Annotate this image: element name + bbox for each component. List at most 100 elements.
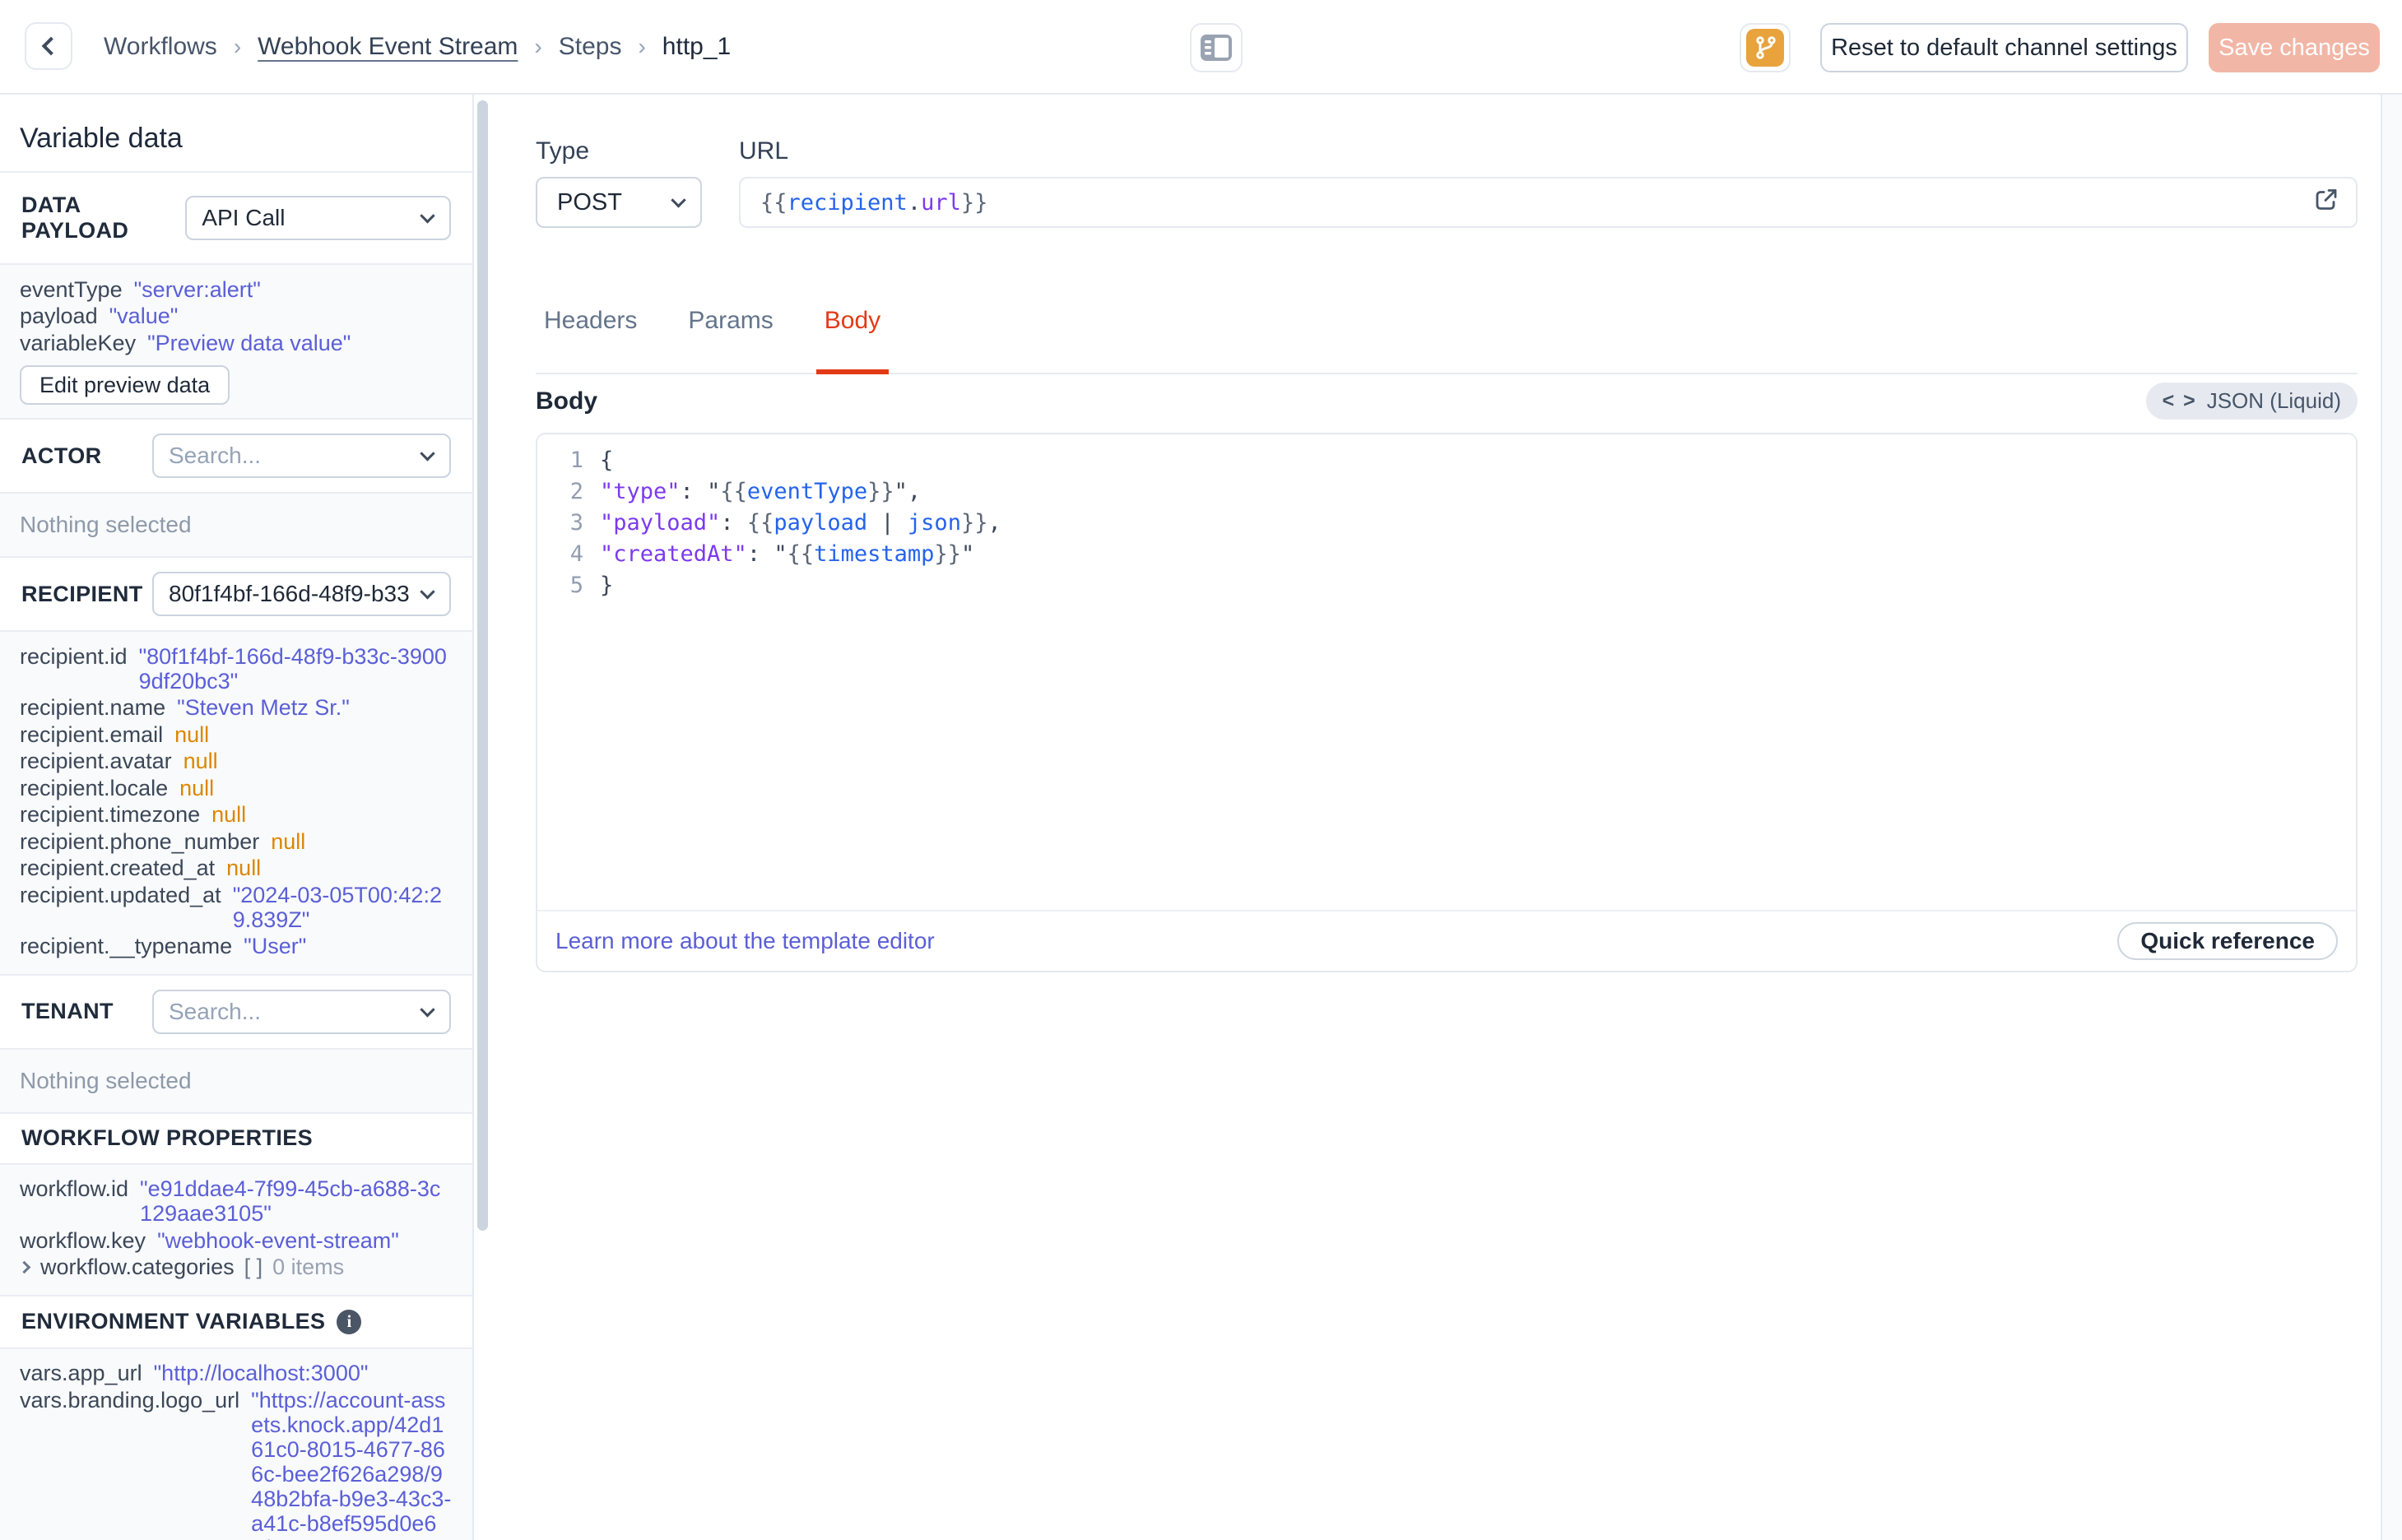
http-method-select[interactable]: POST: [536, 177, 702, 228]
variable-value: "User": [244, 934, 307, 958]
line-number: 1: [569, 447, 583, 473]
edit-preview-data-button[interactable]: Edit preview data: [20, 365, 230, 405]
variable-key: vars.app_url: [20, 1361, 142, 1385]
code-token: |: [867, 509, 908, 536]
code-token: {{: [760, 189, 788, 216]
code-icon: < >: [2162, 389, 2197, 412]
tenant-empty-state: Nothing selected: [0, 1047, 472, 1112]
template-editor-docs-link[interactable]: Learn more about the template editor: [555, 928, 935, 954]
workflow-categories-row[interactable]: workflow.categories [ ] 0 items: [17, 1255, 453, 1279]
sidebar-toggle-button[interactable]: [1190, 23, 1243, 72]
code-token: }}: [934, 540, 961, 567]
breadcrumb-item[interactable]: Steps: [559, 33, 622, 61]
code-token: }}: [960, 509, 988, 536]
language-badge: < > JSON (Liquid): [2145, 383, 2358, 420]
breadcrumb-separator: ›: [534, 33, 542, 59]
code-token: }}: [960, 189, 988, 216]
variable-value: null: [211, 802, 247, 827]
body-section-header: Body < > JSON (Liquid): [536, 383, 2358, 420]
variable-kv-row: vars.app_url "http://localhost:3000": [20, 1361, 453, 1385]
actor-row: ACTOR Search...: [0, 418, 472, 492]
variable-kv-row: recipient.phone_number null: [20, 829, 453, 854]
code-token: :: [746, 540, 774, 567]
info-icon[interactable]: i: [337, 1309, 362, 1334]
actor-search-placeholder: Search...: [169, 443, 262, 468]
variable-key: eventType: [20, 276, 123, 302]
actor-select[interactable]: Search...: [152, 434, 451, 478]
data-payload-select[interactable]: API Call: [185, 196, 451, 240]
code-token: "payload": [600, 509, 721, 536]
code-token: :: [680, 478, 708, 504]
variable-key: recipient.updated_at: [20, 882, 221, 907]
git-branch-icon: [1746, 29, 1784, 67]
variable-value: "80f1f4bf-166d-48f9-b33c-39009df20bc3": [138, 643, 447, 693]
chevron-down-icon: [420, 446, 435, 462]
variable-value: "server:alert": [133, 276, 261, 302]
variable-kv-row: recipient.email null: [20, 722, 453, 747]
code-token: payload: [774, 509, 868, 536]
top-bar: Workflows › Webhook Event Stream › Steps › htt…: [0, 0, 2402, 95]
variable-value: "https://account-assets.knock.app/42d161…: [251, 1387, 452, 1540]
external-link-icon[interactable]: [2311, 185, 2341, 220]
workflow-categories-bracket: [ ]: [244, 1255, 263, 1279]
recipient-select[interactable]: 80f1f4bf-166d-48f9-b33c-39009df20bc3: [152, 572, 451, 616]
reset-channel-settings-button[interactable]: Reset to default channel settings: [1820, 23, 2188, 72]
line-number: 3: [569, 509, 583, 536]
sidebar-scrollbar-thumb[interactable]: [477, 100, 488, 1231]
code-token: ": [774, 540, 788, 567]
tab-params[interactable]: Params: [680, 307, 781, 373]
variable-key: recipient.name: [20, 695, 166, 720]
variable-value: null: [271, 828, 306, 854]
code-token: {{: [787, 540, 815, 567]
code-line: 2 "type": "{{eventType}}",: [537, 475, 2356, 507]
url-input[interactable]: {{recipient.url}}: [739, 177, 2358, 228]
breadcrumb-separator: ›: [638, 33, 646, 59]
back-button[interactable]: [25, 22, 72, 70]
actor-label: ACTOR: [21, 443, 102, 468]
code-token: timestamp: [814, 540, 935, 567]
type-label: Type: [536, 137, 590, 165]
request-config-row: Type POST URL {{recipient.url}}: [536, 137, 2358, 228]
code-token: {: [600, 447, 614, 473]
chevron-down-icon: [420, 208, 435, 224]
code-token: .: [907, 189, 922, 216]
tab-headers[interactable]: Headers: [536, 307, 645, 373]
line-number: 2: [569, 478, 583, 504]
variable-kv-row: recipient.locale null: [20, 776, 453, 800]
variable-kv-row: variableKey "Preview data value": [20, 331, 453, 355]
variable-kv-row: recipient.updated_at "2024-03-05T00:42:29…: [20, 883, 453, 932]
variable-value: "Steven Metz Sr.": [177, 695, 350, 720]
tab-body[interactable]: Body: [815, 307, 890, 374]
breadcrumb-item[interactable]: Workflows: [104, 33, 217, 61]
main-scroll-gutter[interactable]: [2381, 95, 2402, 1540]
commit-button[interactable]: [1740, 23, 1791, 72]
url-field: URL {{recipient.url}}: [739, 137, 2358, 228]
code-editor-area[interactable]: 1{2 "type": "{{eventType}}", 3 "payload": {…: [537, 434, 2356, 910]
recipient-fields-section: recipient.id "80f1f4bf-166d-48f9-b33c-390…: [0, 630, 472, 974]
code-line-content: {: [600, 448, 613, 473]
code-token: }}: [867, 478, 894, 504]
chevron-left-icon: [41, 36, 61, 56]
variable-value: null: [226, 856, 262, 880]
main-panel: Type POST URL {{recipient.url}} Headers P…: [492, 95, 2381, 1540]
variable-value: "http://localhost:3000": [153, 1361, 369, 1385]
code-token: recipient: [787, 189, 908, 216]
variable-kv-row: workflow.id "e91ddae4-7f99-45cb-a688-3c12…: [20, 1176, 453, 1226]
save-changes-button[interactable]: Save changes: [2209, 23, 2380, 72]
url-label: URL: [739, 137, 789, 165]
variable-value: "value": [109, 304, 179, 328]
tenant-select[interactable]: Search...: [152, 989, 451, 1034]
breadcrumb-separator: ›: [233, 33, 242, 59]
data-payload-label: DATA PAYLOAD: [21, 192, 129, 243]
request-tabs: Headers Params Body: [536, 307, 2358, 374]
variable-key: workflow.key: [20, 1227, 146, 1253]
quick-reference-button[interactable]: Quick reference: [2117, 922, 2338, 960]
variable-kv-row: recipient.avatar null: [20, 749, 453, 773]
code-token: {{: [746, 509, 774, 536]
body-template-editor[interactable]: 1{2 "type": "{{eventType}}", 3 "payload": {…: [536, 433, 2358, 972]
breadcrumb-item: http_1: [662, 32, 732, 60]
code-token: }: [600, 572, 614, 598]
breadcrumb-item[interactable]: Webhook Event Stream: [258, 33, 518, 61]
code-token: ": [960, 540, 975, 567]
variable-value: null: [179, 775, 215, 800]
